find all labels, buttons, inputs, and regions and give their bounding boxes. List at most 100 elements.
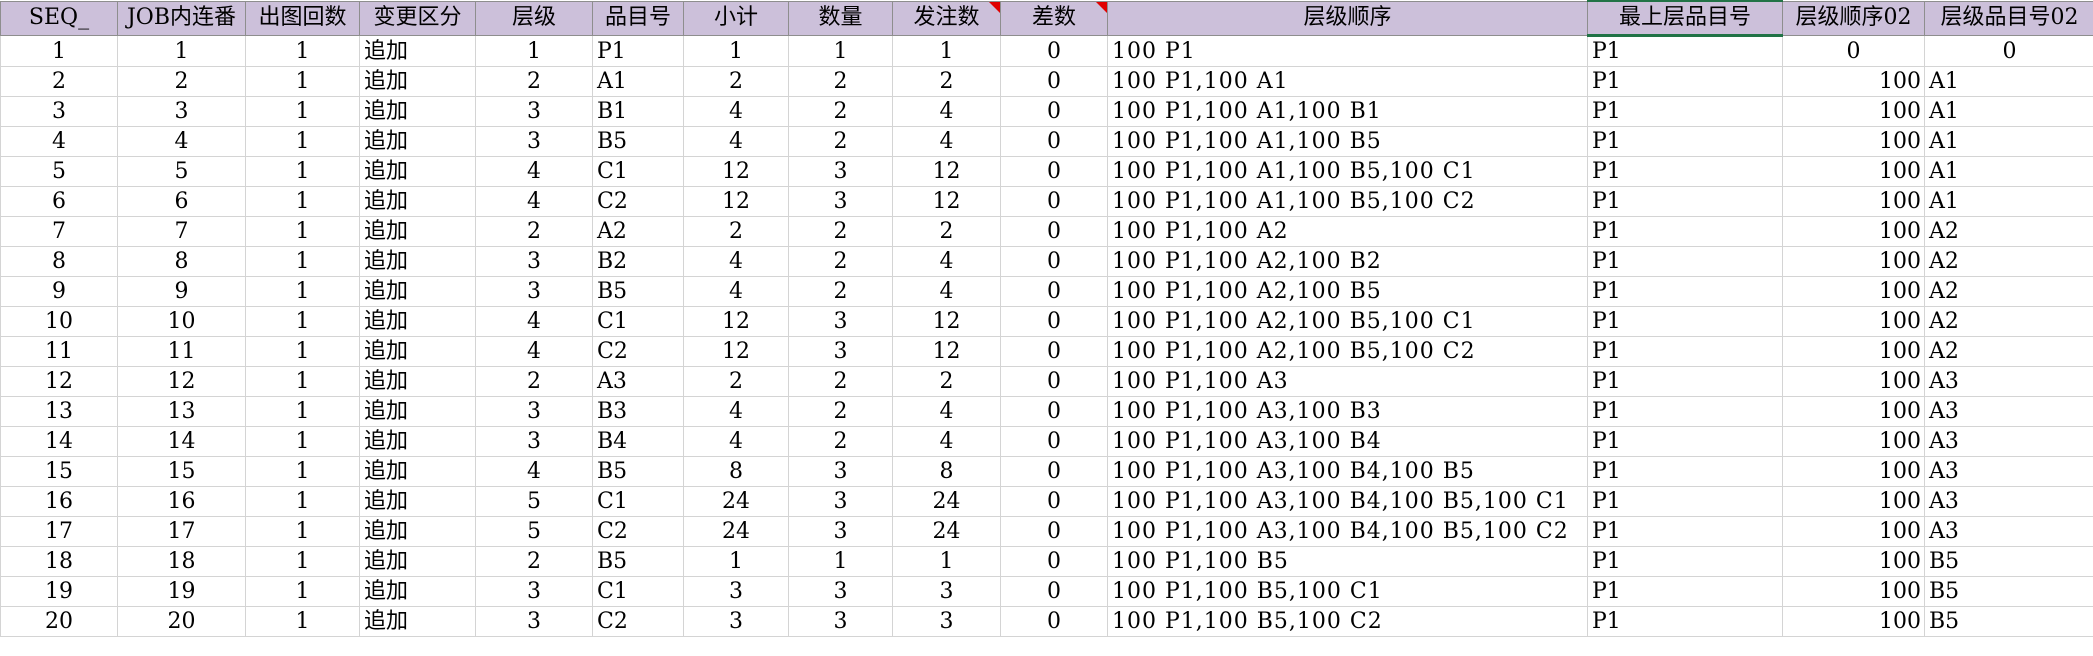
cell-job-serial[interactable]: 7 [117, 216, 246, 247]
cell-level-order[interactable]: 100 P1,100 B5,100 C1 [1107, 576, 1588, 607]
cell-subtotal[interactable]: 8 [683, 456, 789, 487]
cell-change-type[interactable]: 追加 [359, 306, 476, 337]
cell-change-type[interactable]: 追加 [359, 126, 476, 157]
header-level-order-02[interactable]: 层级顺序02 [1782, 0, 1925, 36]
cell-level-order[interactable]: 100 P1,100 A1 [1107, 66, 1588, 97]
header-top-item-number[interactable]: 最上层品目号 [1587, 0, 1783, 37]
cell-level-item-number-02[interactable]: A1 [1924, 96, 2093, 127]
cell-seq[interactable]: 18 [0, 546, 118, 577]
cell-order-quantity[interactable]: 4 [892, 276, 1001, 307]
cell-top-item-number[interactable]: P1 [1587, 246, 1783, 277]
cell-level-order-02[interactable]: 100 [1782, 396, 1925, 427]
cell-level-order[interactable]: 100 P1,100 A1,100 B5 [1107, 126, 1588, 157]
cell-level-order-02[interactable]: 100 [1782, 246, 1925, 277]
cell-seq[interactable]: 17 [0, 516, 118, 547]
cell-quantity[interactable]: 3 [788, 306, 893, 337]
cell-quantity[interactable]: 3 [788, 156, 893, 187]
cell-level-order-02[interactable]: 100 [1782, 156, 1925, 187]
cell-difference[interactable]: 0 [1000, 336, 1108, 367]
cell-drawing-count[interactable]: 1 [245, 336, 360, 367]
cell-level-item-number-02[interactable]: A1 [1924, 156, 2093, 187]
cell-subtotal[interactable]: 12 [683, 156, 789, 187]
cell-seq[interactable]: 3 [0, 96, 118, 127]
cell-job-serial[interactable]: 16 [117, 486, 246, 517]
cell-level-order-02[interactable]: 100 [1782, 516, 1925, 547]
cell-item-number[interactable]: B1 [592, 96, 684, 127]
cell-level-item-number-02[interactable]: A3 [1924, 516, 2093, 547]
cell-change-type[interactable]: 追加 [359, 396, 476, 427]
cell-difference[interactable]: 0 [1000, 156, 1108, 187]
cell-seq[interactable]: 14 [0, 426, 118, 457]
header-difference[interactable]: 差数 [1000, 0, 1108, 36]
cell-item-number[interactable]: A2 [592, 216, 684, 247]
cell-difference[interactable]: 0 [1000, 576, 1108, 607]
cell-difference[interactable]: 0 [1000, 486, 1108, 517]
cell-order-quantity[interactable]: 8 [892, 456, 1001, 487]
cell-job-serial[interactable]: 1 [117, 35, 246, 67]
cell-order-quantity[interactable]: 3 [892, 606, 1001, 637]
cell-difference[interactable]: 0 [1000, 126, 1108, 157]
cell-change-type[interactable]: 追加 [359, 216, 476, 247]
cell-level-order[interactable]: 100 P1,100 A1,100 B1 [1107, 96, 1588, 127]
cell-change-type[interactable]: 追加 [359, 576, 476, 607]
cell-quantity[interactable]: 2 [788, 96, 893, 127]
cell-level-order[interactable]: 100 P1,100 A3,100 B4,100 B5 [1107, 456, 1588, 487]
cell-level-order-02[interactable]: 100 [1782, 366, 1925, 397]
cell-difference[interactable]: 0 [1000, 456, 1108, 487]
cell-subtotal[interactable]: 4 [683, 246, 789, 277]
cell-drawing-count[interactable]: 1 [245, 96, 360, 127]
cell-difference[interactable]: 0 [1000, 396, 1108, 427]
cell-drawing-count[interactable]: 1 [245, 186, 360, 217]
cell-change-type[interactable]: 追加 [359, 366, 476, 397]
cell-level-order-02[interactable]: 100 [1782, 546, 1925, 577]
cell-top-item-number[interactable]: P1 [1587, 396, 1783, 427]
cell-item-number[interactable]: C2 [592, 516, 684, 547]
cell-quantity[interactable]: 3 [788, 606, 893, 637]
cell-subtotal[interactable]: 3 [683, 576, 789, 607]
cell-level[interactable]: 3 [475, 606, 593, 637]
cell-level-item-number-02[interactable]: A2 [1924, 276, 2093, 307]
cell-level[interactable]: 2 [475, 366, 593, 397]
cell-change-type[interactable]: 追加 [359, 606, 476, 637]
cell-seq[interactable]: 9 [0, 276, 118, 307]
cell-level-order-02[interactable]: 100 [1782, 276, 1925, 307]
cell-subtotal[interactable]: 1 [683, 35, 789, 67]
cell-change-type[interactable]: 追加 [359, 456, 476, 487]
cell-quantity[interactable]: 3 [788, 186, 893, 217]
cell-quantity[interactable]: 3 [788, 516, 893, 547]
cell-difference[interactable]: 0 [1000, 246, 1108, 277]
cell-quantity[interactable]: 1 [788, 546, 893, 577]
cell-top-item-number[interactable]: P1 [1587, 516, 1783, 547]
cell-level-order[interactable]: 100 P1,100 A2,100 B2 [1107, 246, 1588, 277]
cell-quantity[interactable]: 3 [788, 576, 893, 607]
cell-order-quantity[interactable]: 2 [892, 216, 1001, 247]
cell-level-order-02[interactable]: 100 [1782, 66, 1925, 97]
cell-level-order-02[interactable]: 0 [1782, 35, 1925, 67]
cell-quantity[interactable]: 3 [788, 456, 893, 487]
cell-level-order[interactable]: 100 P1,100 B5,100 C2 [1107, 606, 1588, 637]
cell-level[interactable]: 4 [475, 156, 593, 187]
cell-top-item-number[interactable]: P1 [1587, 576, 1783, 607]
cell-level-order[interactable]: 100 P1,100 A2 [1107, 216, 1588, 247]
cell-level-item-number-02[interactable]: B5 [1924, 576, 2093, 607]
cell-level[interactable]: 4 [475, 306, 593, 337]
cell-job-serial[interactable]: 14 [117, 426, 246, 457]
cell-quantity[interactable]: 2 [788, 216, 893, 247]
cell-level-item-number-02[interactable]: B5 [1924, 606, 2093, 637]
cell-job-serial[interactable]: 15 [117, 456, 246, 487]
cell-level-order-02[interactable]: 100 [1782, 456, 1925, 487]
cell-level-item-number-02[interactable]: A1 [1924, 126, 2093, 157]
cell-seq[interactable]: 11 [0, 336, 118, 367]
cell-drawing-count[interactable]: 1 [245, 156, 360, 187]
cell-level-item-number-02[interactable]: A2 [1924, 216, 2093, 247]
cell-level-order[interactable]: 100 P1,100 A1,100 B5,100 C1 [1107, 156, 1588, 187]
cell-seq[interactable]: 19 [0, 576, 118, 607]
header-item-number[interactable]: 品目号 [592, 0, 684, 36]
header-seq[interactable]: SEQ_ [0, 0, 118, 36]
cell-level[interactable]: 1 [475, 35, 593, 67]
cell-change-type[interactable]: 追加 [359, 156, 476, 187]
cell-drawing-count[interactable]: 1 [245, 426, 360, 457]
cell-item-number[interactable]: C1 [592, 156, 684, 187]
cell-level-order[interactable]: 100 P1,100 A3,100 B4,100 B5,100 C1 [1107, 486, 1588, 517]
cell-item-number[interactable]: A1 [592, 66, 684, 97]
